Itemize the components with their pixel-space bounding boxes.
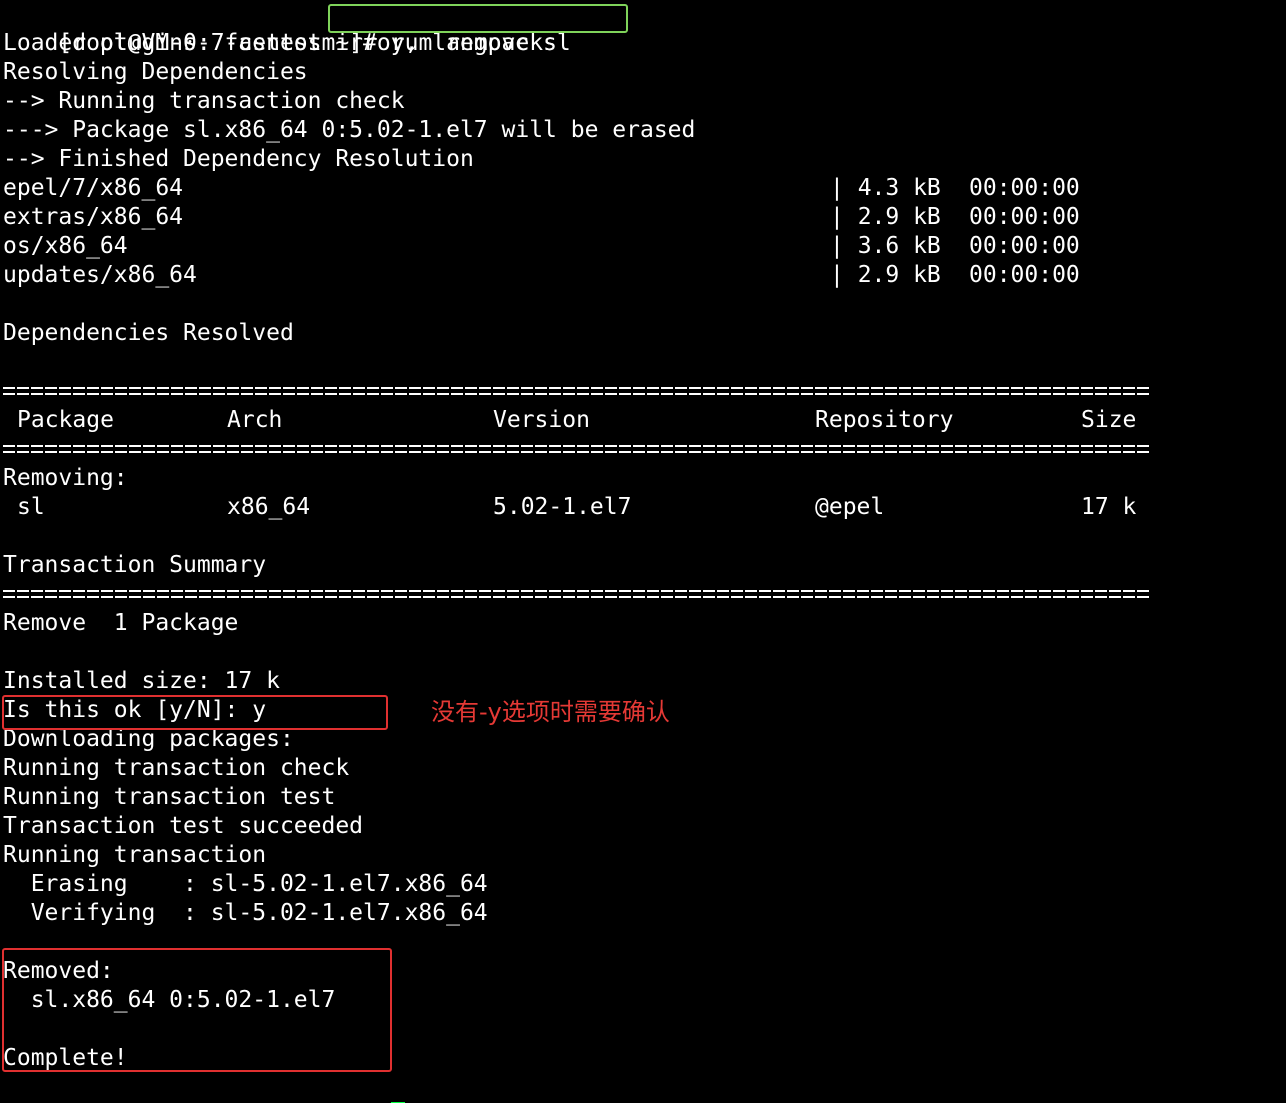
header-repository: Repository bbox=[815, 407, 954, 433]
header-package: Package bbox=[17, 407, 114, 433]
repo-time: 00:00:00 bbox=[969, 175, 1080, 201]
separator-rule bbox=[3, 435, 1283, 464]
output-line: Resolving Dependencies bbox=[3, 59, 308, 85]
output-line: Erasing : sl-5.02-1.el7.x86_64 bbox=[3, 871, 488, 897]
header-arch: Arch bbox=[227, 407, 283, 433]
confirm-highlight-box bbox=[2, 695, 388, 730]
repo-name: epel/7/x86_64 bbox=[3, 175, 184, 201]
terminal-window[interactable]: [root@VM-0-7-centos ~]# yum remove sl Lo… bbox=[3, 0, 1283, 1103]
command-line: [root@VM-0-7-centos ~]# yum remove sl bbox=[3, 0, 1283, 56]
repo-size: | 2.9 kB bbox=[830, 262, 941, 288]
separator-rule bbox=[3, 377, 1283, 406]
repo-time: 00:00:00 bbox=[969, 233, 1080, 259]
output-line: --> Finished Dependency Resolution bbox=[3, 146, 474, 172]
command-highlight-box bbox=[328, 4, 628, 33]
table-header-row: Package Arch Version Repository Size bbox=[3, 406, 1283, 435]
repo-time: 00:00:00 bbox=[969, 262, 1080, 288]
separator-rule bbox=[3, 580, 1283, 609]
table-section-label: Removing: bbox=[3, 465, 128, 491]
output-line: ---> Package sl.x86_64 0:5.02-1.el7 will… bbox=[3, 117, 696, 143]
repo-size: | 2.9 kB bbox=[830, 204, 941, 230]
repo-line: updates/x86_64 | 2.9 kB 00:00:00 bbox=[3, 261, 1283, 290]
cell-size: 17 k bbox=[1081, 494, 1137, 520]
output-line: Verifying : sl-5.02-1.el7.x86_64 bbox=[3, 900, 488, 926]
repo-line: epel/7/x86_64 | 4.3 kB 00:00:00 bbox=[3, 174, 1283, 203]
table-row: sl x86_64 5.02-1.el7 @epel 17 k bbox=[3, 493, 1283, 522]
repo-size: | 3.6 kB bbox=[830, 233, 941, 259]
output-line: Running transaction test bbox=[3, 784, 336, 810]
repo-name: extras/x86_64 bbox=[3, 204, 184, 230]
repo-time: 00:00:00 bbox=[969, 204, 1080, 230]
output-line: Running transaction bbox=[3, 842, 267, 868]
repo-line: os/x86_64 | 3.6 kB 00:00:00 bbox=[3, 232, 1283, 261]
cell-repository: @epel bbox=[815, 494, 885, 520]
repo-name: os/x86_64 bbox=[3, 233, 128, 259]
removed-highlight-box bbox=[2, 948, 392, 1072]
cell-package: sl bbox=[17, 494, 45, 520]
output-line: Running transaction check bbox=[3, 755, 350, 781]
output-line: --> Running transaction check bbox=[3, 88, 405, 114]
cell-arch: x86_64 bbox=[227, 494, 311, 520]
repo-line: extras/x86_64 | 2.9 kB 00:00:00 bbox=[3, 203, 1283, 232]
repo-size: | 4.3 kB bbox=[830, 175, 941, 201]
final-prompt-line[interactable]: [root@VM-0-7-centos ~]# bbox=[3, 1073, 1283, 1103]
output-line: Loaded plugins: fastestmirror, langpacks bbox=[3, 30, 557, 56]
cell-version: 5.02-1.el7 bbox=[493, 494, 632, 520]
annotation-text: 没有-y选项时需要确认 bbox=[431, 698, 670, 726]
repo-name: updates/x86_64 bbox=[3, 262, 197, 288]
output-line: Transaction test succeeded bbox=[3, 813, 364, 839]
header-version: Version bbox=[493, 407, 590, 433]
output-line: Transaction Summary bbox=[3, 552, 267, 578]
output-line: Installed size: 17 k bbox=[3, 668, 280, 694]
header-size: Size bbox=[1081, 407, 1137, 433]
output-line: Remove 1 Package bbox=[3, 610, 239, 636]
output-line: Dependencies Resolved bbox=[3, 320, 294, 346]
